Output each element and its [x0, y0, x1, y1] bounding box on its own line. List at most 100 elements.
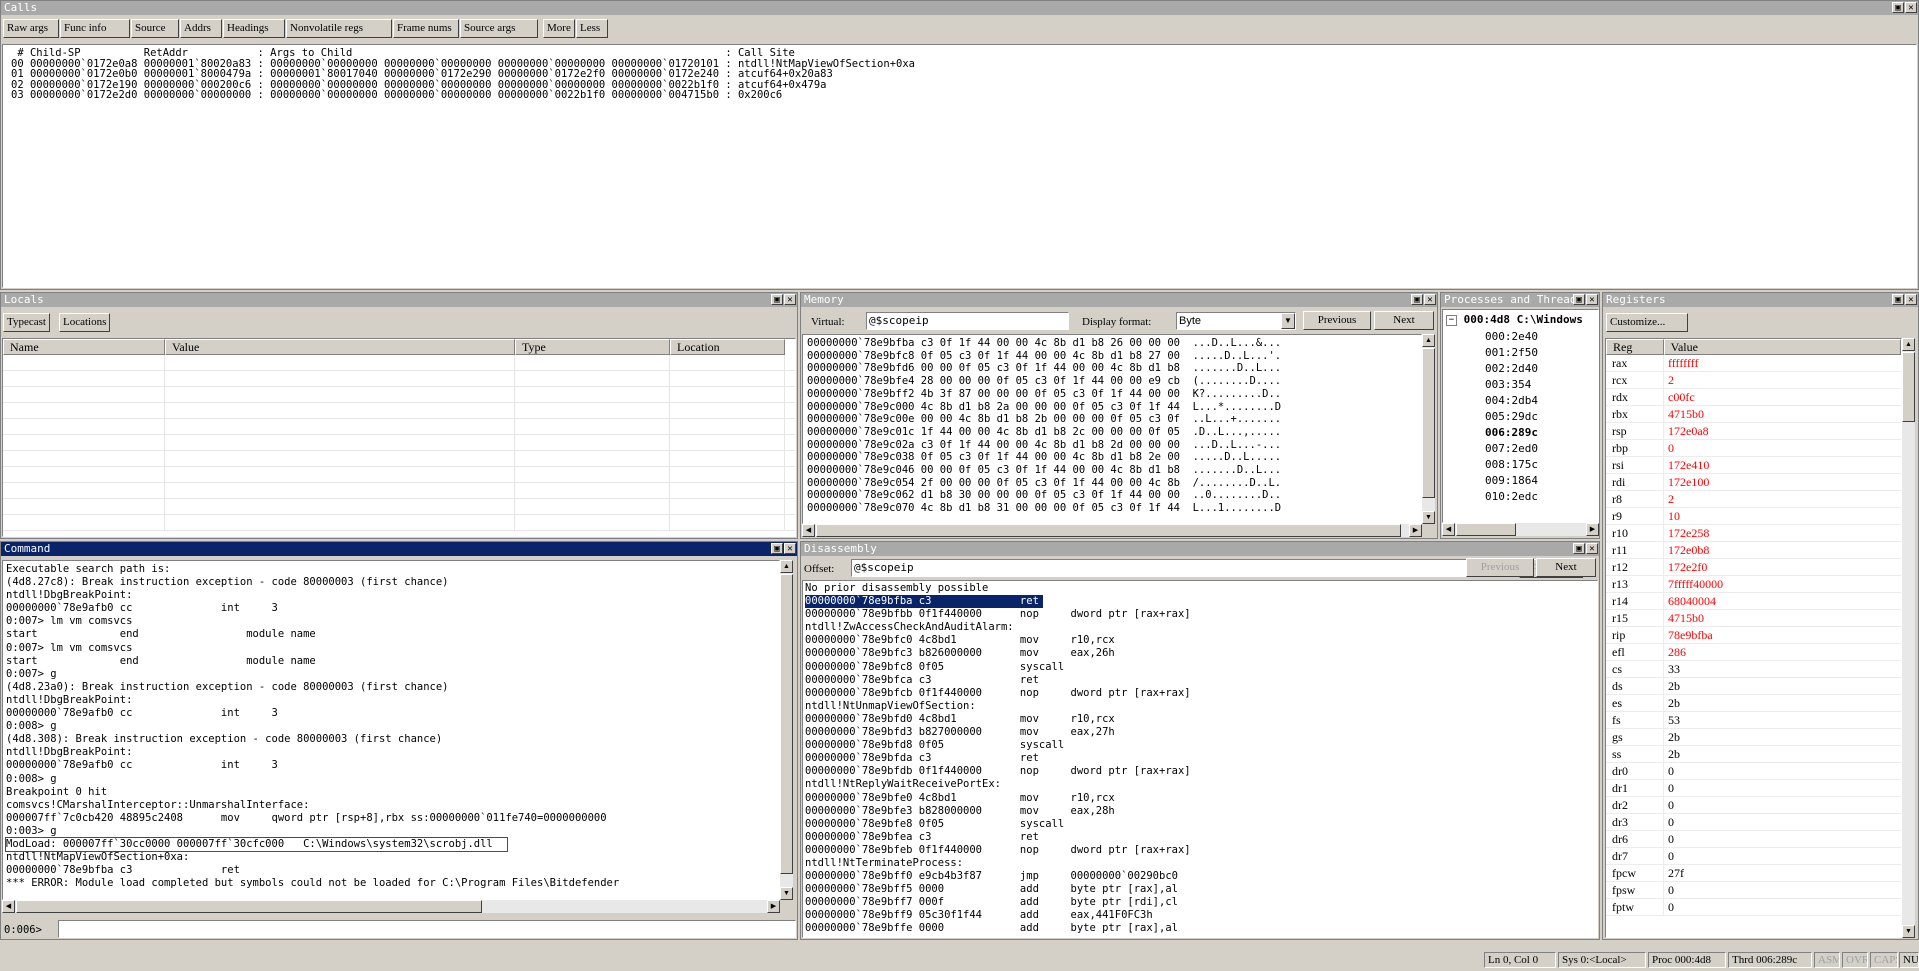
- register-row[interactable]: ds 2b: [1606, 678, 1901, 695]
- thread-item[interactable]: 005:29dc: [1485, 409, 1538, 425]
- register-value[interactable]: c00fc: [1664, 389, 1695, 405]
- command-output[interactable]: Executable search path is: (4d8.27c8): Br…: [2, 560, 780, 900]
- memory-titlebar[interactable]: Memory ▣ ✕: [801, 293, 1437, 307]
- register-value[interactable]: 172e2f0: [1664, 559, 1707, 575]
- register-row[interactable]: fpcw 27f: [1606, 865, 1901, 882]
- register-value[interactable]: 78e9bfba: [1664, 627, 1713, 643]
- disassembly-line[interactable]: 00000000`78e9bfc3 b826000000 mov eax,26h: [805, 647, 1597, 660]
- memory-line[interactable]: 00000000`78e9c062 d1 b8 30 00 00 00 0f 0…: [807, 489, 1421, 502]
- disassembly-line[interactable]: 00000000`78e9bfc8 0f05 syscall: [805, 661, 1597, 674]
- dock-icon[interactable]: ▣: [1892, 2, 1904, 13]
- thread-item[interactable]: 000:2e40: [1485, 329, 1538, 345]
- register-value[interactable]: 2b: [1664, 729, 1680, 745]
- disassembly-line[interactable]: 00000000`78e9bfe3 b828000000 mov eax,28h: [805, 805, 1597, 818]
- close-icon[interactable]: ✕: [784, 294, 796, 305]
- calls-toolbar-button[interactable]: Source: [131, 19, 179, 38]
- thread-item[interactable]: 007:2ed0: [1485, 441, 1538, 457]
- memory-line[interactable]: 00000000`78e9bfba c3 0f 1f 44 00 00 4c 8…: [807, 337, 1421, 350]
- chevron-down-icon[interactable]: ▼: [1281, 313, 1295, 329]
- scroll-right-icon[interactable]: ▶: [767, 900, 780, 913]
- calls-toolbar-button[interactable]: Nonvolatile regs: [286, 19, 392, 38]
- register-value[interactable]: 2: [1664, 491, 1674, 507]
- memory-next-button[interactable]: Next: [1374, 311, 1434, 330]
- command-titlebar[interactable]: Command ▣ ✕: [1, 542, 797, 556]
- command-vscroll-thumb[interactable]: [780, 574, 793, 874]
- register-value[interactable]: 2b: [1664, 678, 1680, 694]
- locals-row[interactable]: [3, 387, 795, 403]
- locals-row[interactable]: [3, 467, 795, 483]
- scroll-down-icon[interactable]: ▼: [1422, 511, 1435, 524]
- scroll-left-icon[interactable]: ◀: [2, 900, 15, 913]
- memory-line[interactable]: 00000000`78e9c000 4c 8b d1 b8 2a 00 00 0…: [807, 401, 1421, 414]
- calls-toolbar-button[interactable]: Headings: [223, 19, 285, 38]
- locals-col-location[interactable]: Location: [670, 339, 785, 355]
- disassembly-line[interactable]: 00000000`78e9bff0 e9cb4b3f87 jmp 0000000…: [805, 870, 1597, 883]
- register-row[interactable]: fpsw 0: [1606, 882, 1901, 899]
- register-row[interactable]: efl 286: [1606, 644, 1901, 661]
- register-value[interactable]: 0: [1664, 780, 1674, 796]
- disassembly-line[interactable]: 00000000`78e9bfd8 0f05 syscall: [805, 739, 1597, 752]
- command-hscroll-thumb[interactable]: [16, 900, 482, 913]
- scroll-right-icon[interactable]: ▶: [1409, 524, 1422, 537]
- locals-titlebar[interactable]: Locals ▣ ✕: [1, 293, 797, 307]
- disassembly-line[interactable]: 00000000`78e9bfeb 0f1f440000 nop dword p…: [805, 844, 1597, 857]
- register-value[interactable]: 286: [1664, 644, 1686, 660]
- typecast-button[interactable]: Typecast: [3, 313, 50, 332]
- register-row[interactable]: cs 33: [1606, 661, 1901, 678]
- register-value[interactable]: 172e100: [1664, 474, 1709, 490]
- disassembly-line[interactable]: ntdll!ZwAccessCheckAndAuditAlarm:: [805, 621, 1597, 634]
- memory-dump[interactable]: 00000000`78e9bfba c3 0f 1f 44 00 00 4c 8…: [802, 334, 1422, 524]
- call-frame-line[interactable]: # Child-SP RetAddr : Args to Child : Cal…: [11, 48, 1916, 59]
- registers-col-value[interactable]: Value: [1663, 339, 1901, 355]
- locals-row[interactable]: [3, 371, 795, 387]
- process-root[interactable]: − 000:4d8 C:\Windows: [1446, 313, 1583, 327]
- register-value[interactable]: 0: [1664, 814, 1674, 830]
- scroll-left-icon[interactable]: ◀: [1442, 523, 1455, 536]
- register-value[interactable]: 0: [1664, 899, 1674, 915]
- register-row[interactable]: r12 172e2f0: [1606, 559, 1901, 576]
- locals-row[interactable]: [3, 403, 795, 419]
- disassembly-line[interactable]: 00000000`78e9bfbb 0f1f440000 nop dword p…: [805, 608, 1597, 621]
- scroll-up-icon[interactable]: ▲: [1422, 334, 1435, 347]
- processes-hscrollbar[interactable]: ◀ ▶: [1442, 523, 1599, 536]
- thread-item[interactable]: 002:2d40: [1485, 361, 1538, 377]
- register-row[interactable]: rcx 2: [1606, 372, 1901, 389]
- register-row[interactable]: rsi 172e410: [1606, 457, 1901, 474]
- locals-row[interactable]: [3, 451, 795, 467]
- close-icon[interactable]: ✕: [1905, 2, 1917, 13]
- memory-hscrollbar[interactable]: ◀ ▶: [802, 524, 1422, 537]
- registers-col-reg[interactable]: Reg: [1606, 339, 1664, 355]
- customize-button[interactable]: Customize...: [1606, 313, 1688, 332]
- disassembly-line[interactable]: 00000000`78e9bff7 000f add byte ptr [rdi…: [805, 896, 1597, 909]
- register-row[interactable]: r9 10: [1606, 508, 1901, 525]
- locals-col-name[interactable]: Name: [3, 339, 165, 355]
- command-hscrollbar[interactable]: ◀ ▶: [2, 900, 780, 913]
- memory-line[interactable]: 00000000`78e9c046 00 00 0f 05 c3 0f 1f 4…: [807, 464, 1421, 477]
- register-row[interactable]: rax ffffffff: [1606, 355, 1901, 372]
- locals-row[interactable]: [3, 435, 795, 451]
- memory-line[interactable]: 00000000`78e9bfe4 28 00 00 00 0f 05 c3 0…: [807, 375, 1421, 388]
- dock-icon[interactable]: ▣: [1411, 294, 1423, 305]
- close-icon[interactable]: ✕: [1586, 543, 1598, 554]
- register-value[interactable]: 172e0a8: [1664, 423, 1709, 439]
- scroll-up-icon[interactable]: ▲: [1902, 338, 1915, 351]
- disassembly-line[interactable]: 00000000`78e9bfcb 0f1f440000 nop dword p…: [805, 687, 1597, 700]
- command-input[interactable]: [58, 920, 796, 938]
- register-row[interactable]: rsp 172e0a8: [1606, 423, 1901, 440]
- scroll-left-icon[interactable]: ◀: [802, 524, 815, 537]
- register-value[interactable]: 10: [1664, 508, 1680, 524]
- register-value[interactable]: 0: [1664, 882, 1674, 898]
- disassembly-line[interactable]: 00000000`78e9bfd0 4c8bd1 mov r10,rcx: [805, 713, 1597, 726]
- thread-item[interactable]: 010:2edc: [1485, 489, 1538, 505]
- register-row[interactable]: dr3 0: [1606, 814, 1901, 831]
- thread-item[interactable]: 001:2f50: [1485, 345, 1538, 361]
- memory-line[interactable]: 00000000`78e9bfc8 0f 05 c3 0f 1f 44 00 0…: [807, 350, 1421, 363]
- disassembly-line[interactable]: 00000000`78e9bfda c3 ret: [805, 752, 1597, 765]
- register-value[interactable]: 2b: [1664, 746, 1680, 762]
- memory-vscrollbar[interactable]: ▲ ▼: [1422, 334, 1435, 524]
- register-row[interactable]: r10 172e258: [1606, 525, 1901, 542]
- register-value[interactable]: 2: [1664, 372, 1674, 388]
- register-row[interactable]: dr2 0: [1606, 797, 1901, 814]
- register-value[interactable]: 0: [1664, 848, 1674, 864]
- register-row[interactable]: r11 172e0b8: [1606, 542, 1901, 559]
